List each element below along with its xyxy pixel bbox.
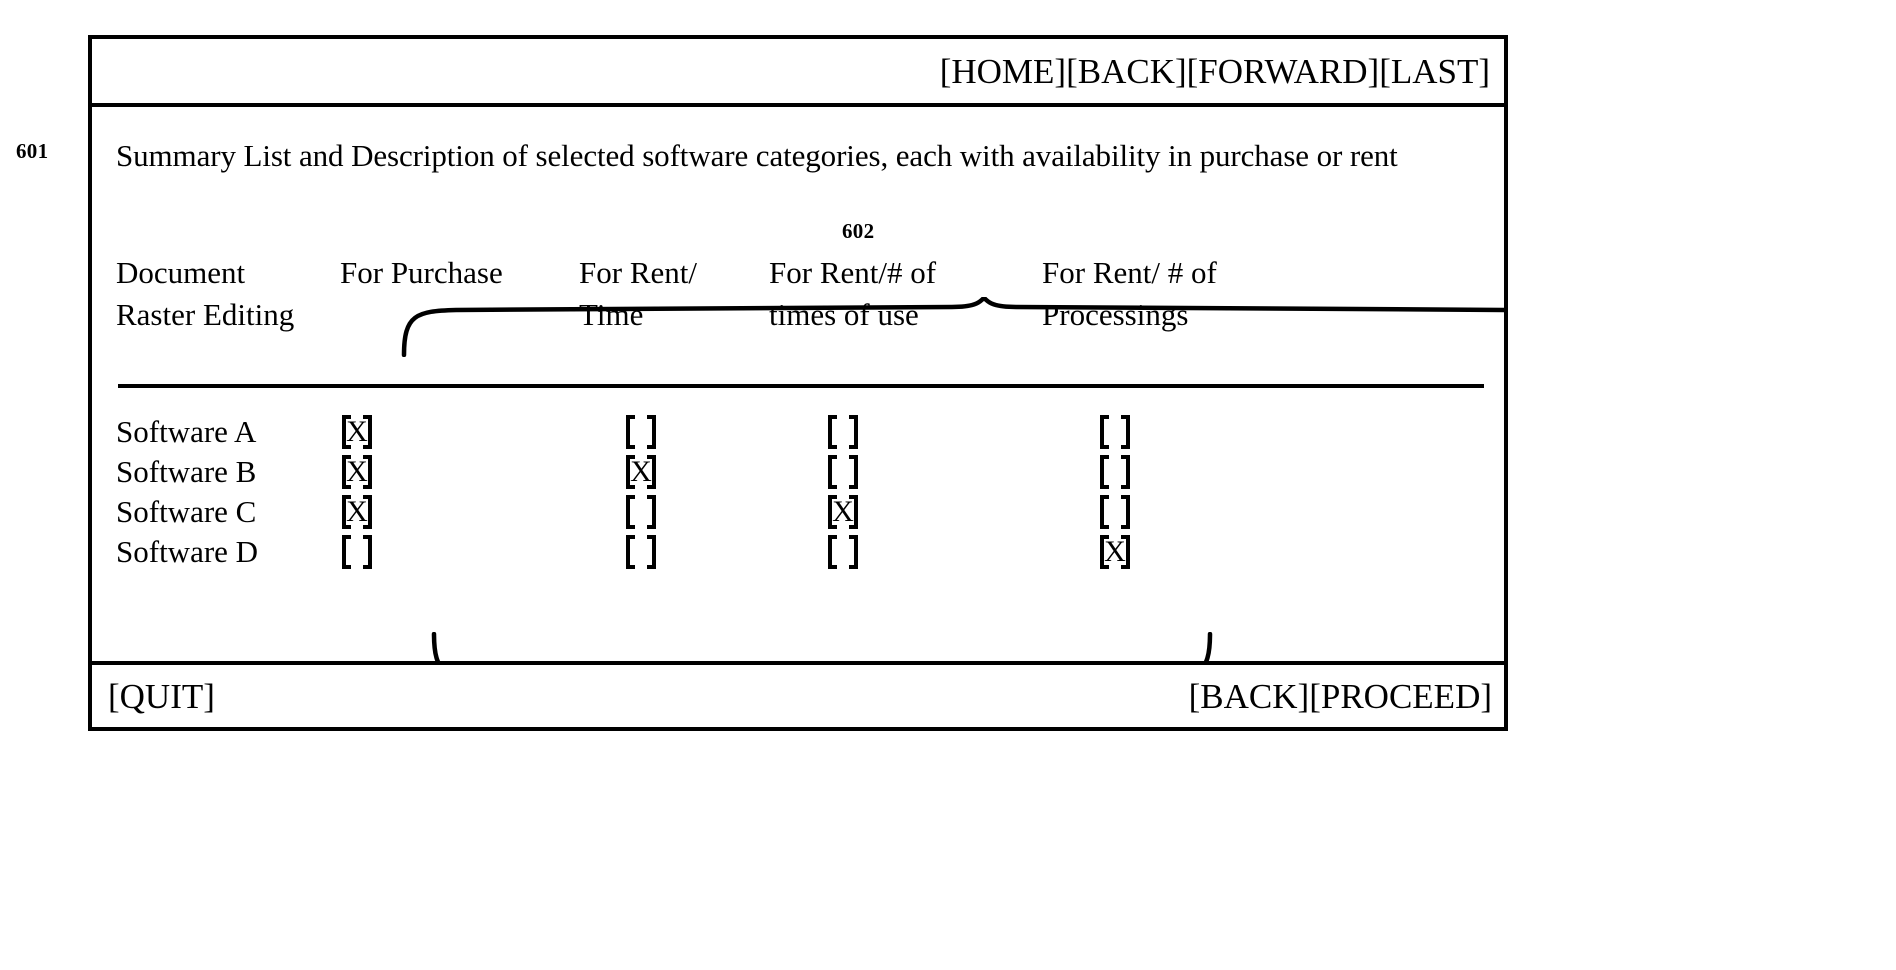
table-row: Software D X (116, 532, 1486, 572)
checkbox-software-d-rent-times-of-use[interactable] (828, 532, 858, 572)
bottom-action-bar: [QUIT] [BACK] [PROCEED] (92, 661, 1504, 727)
quit-button[interactable]: [QUIT] (108, 679, 215, 714)
checkbox-software-b-rent-times-of-use[interactable] (828, 452, 858, 492)
nav-home-button[interactable]: [HOME] (940, 54, 1066, 89)
header-for-rent-processings: For Rent/ # of Processings (1042, 255, 1217, 332)
row-label-software-a: Software A (116, 414, 257, 449)
software-table-body: Software A X Software B X X Software C X… (116, 412, 1486, 572)
checkbox-software-c-rent-times-of-use[interactable]: X (828, 492, 858, 532)
table-row: Software C X X (116, 492, 1486, 532)
checkbox-software-b-rent-processings[interactable] (1100, 452, 1130, 492)
checkbox-software-b-purchase[interactable]: X (342, 452, 372, 492)
header-for-rent-time: For Rent/ Time (579, 255, 697, 332)
checkbox-software-c-rent-processings[interactable] (1100, 492, 1130, 532)
checkbox-software-d-rent-time[interactable] (626, 532, 656, 572)
checkbox-software-a-rent-times-of-use[interactable] (828, 412, 858, 452)
row-label-software-b: Software B (116, 454, 257, 489)
table-row: Software B X X (116, 452, 1486, 492)
reference-numeral-601: 601 (16, 139, 49, 163)
nav-last-button[interactable]: [LAST] (1379, 54, 1490, 89)
reference-numeral-602: 602 (842, 219, 875, 243)
checkbox-software-d-purchase[interactable] (342, 532, 372, 572)
checkbox-software-a-rent-processings[interactable] (1100, 412, 1130, 452)
checkbox-software-a-purchase[interactable]: X (342, 412, 372, 452)
checkbox-software-d-rent-processings[interactable]: X (1100, 532, 1130, 572)
header-document-category: Document Raster Editing (116, 255, 295, 332)
checkbox-software-b-rent-time[interactable]: X (626, 452, 656, 492)
checkbox-software-a-rent-time[interactable] (626, 412, 656, 452)
header-for-rent-times-of-use: For Rent/# of times of use (769, 255, 937, 332)
bottom-button-group: [BACK] [PROCEED] (1189, 679, 1492, 714)
top-navigation-bar: [HOME] [BACK] [FORWARD] [LAST] (92, 39, 1504, 107)
row-label-software-d: Software D (116, 534, 259, 569)
row-label-software-c: Software C (116, 494, 257, 529)
summary-description: Summary List and Description of selected… (116, 138, 1398, 173)
main-content-area: Summary List and Description of selected… (92, 107, 1504, 661)
application-window: [HOME] [BACK] [FORWARD] [LAST] Summary L… (88, 35, 1508, 731)
header-for-purchase: For Purchase (340, 255, 503, 290)
table-header-row: Document Raster Editing For Purchase For… (116, 252, 1486, 348)
table-row: Software A X (116, 412, 1486, 452)
nav-back-button[interactable]: [BACK] (1066, 54, 1187, 89)
nav-button-group: [HOME] [BACK] [FORWARD] [LAST] (940, 54, 1490, 89)
checkbox-software-c-purchase[interactable]: X (342, 492, 372, 532)
header-separator-rule (118, 384, 1484, 388)
checkbox-software-c-rent-time[interactable] (626, 492, 656, 532)
nav-forward-button[interactable]: [FORWARD] (1187, 54, 1380, 89)
back-button[interactable]: [BACK] (1189, 679, 1310, 714)
proceed-button[interactable]: [PROCEED] (1309, 679, 1492, 714)
